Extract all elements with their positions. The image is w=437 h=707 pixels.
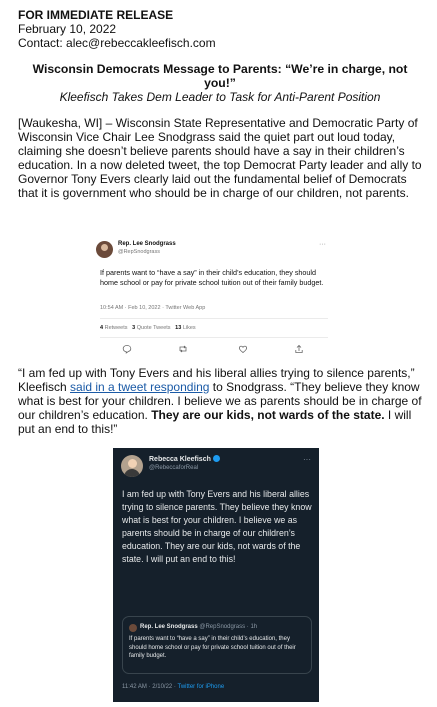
tweet-meta: 10:54 AM · Feb 10, 2022 · Twitter Web Ap… [100, 305, 206, 311]
retweet-label: Retweets [104, 325, 128, 331]
quoted-author: Rep. Lee Snodgrass @RepSnodgrass · 1h [140, 624, 257, 630]
like-count: 13 [175, 325, 182, 331]
headline: Wisconsin Democrats Message to Parents: … [32, 62, 408, 90]
retweet-count: 4 [100, 325, 104, 331]
quote-count: 3 [132, 325, 136, 331]
tweet-stats: 4 Retweets 3 Quote Tweets 13 Likes [100, 325, 196, 331]
contact-line: Contact: alec@rebeccakleefisch.com [18, 36, 216, 50]
author-name-text: Rebecca Kleefisch [149, 456, 211, 463]
release-header: FOR IMMEDIATE RELEASE February 10, 2022 … [18, 8, 422, 50]
like-icon[interactable] [238, 344, 248, 354]
tweet-author-handle: @RebeccaforReal [149, 465, 199, 471]
tweet-meta: 11:42 AM · 2/10/22 · Twitter for iPhone [122, 684, 224, 690]
kleefisch-tweet-embed: Rebecca Kleefisch @RebeccaforReal ··· I … [113, 448, 319, 702]
tweet-link[interactable]: said in a tweet responding [70, 380, 209, 394]
tweet-author-handle: @RepSnodgrass [118, 249, 160, 255]
body-paragraph-2: “I am fed up with Tony Evers and his lib… [18, 366, 422, 436]
press-release: FOR IMMEDIATE RELEASE February 10, 2022 … [18, 8, 422, 200]
quoted-author-name: Rep. Lee Snodgrass [140, 624, 198, 630]
tweet-author-name: Rep. Lee Snodgrass [118, 241, 176, 247]
divider [100, 337, 328, 338]
tweet-text: I am fed up with Tony Evers and his libe… [122, 489, 312, 564]
release-date: February 10, 2022 [18, 22, 117, 36]
body-paragraph-1: [Waukesha, WI] – Wisconsin State Represe… [18, 116, 422, 200]
more-icon[interactable]: ··· [319, 241, 326, 248]
avatar [129, 624, 137, 632]
tweet-source[interactable]: Twitter for iPhone [177, 684, 224, 690]
quoted-tweet[interactable]: Rep. Lee Snodgrass @RepSnodgrass · 1h If… [122, 616, 312, 674]
avatar [96, 241, 113, 258]
release-label: FOR IMMEDIATE RELEASE [18, 8, 174, 22]
subheadline: Kleefisch Takes Dem Leader to Task for A… [59, 90, 381, 104]
reply-icon[interactable] [122, 344, 132, 354]
verified-icon [212, 455, 220, 462]
divider [100, 318, 328, 319]
tweet-text: If parents want to “have a say” in their… [100, 268, 324, 287]
like-label: Likes [182, 325, 196, 331]
share-icon[interactable] [294, 344, 304, 354]
tweet-time: 11:42 AM · 2/10/22 · [122, 684, 178, 690]
quoted-tweet-text: If parents want to “have a say” in their… [129, 636, 296, 659]
more-icon[interactable]: ··· [303, 455, 311, 464]
snodgrass-tweet-embed: Rep. Lee Snodgrass @RepSnodgrass ··· If … [90, 236, 336, 356]
retweet-icon[interactable] [178, 344, 188, 354]
quote-label: Quote Tweets [136, 325, 171, 331]
tweet-author-name: Rebecca Kleefisch [149, 455, 220, 463]
avatar [121, 455, 143, 477]
quoted-author-handle: @RepSnodgrass · 1h [199, 624, 258, 630]
quote-bold: They are our kids, not wards of the stat… [151, 408, 385, 422]
